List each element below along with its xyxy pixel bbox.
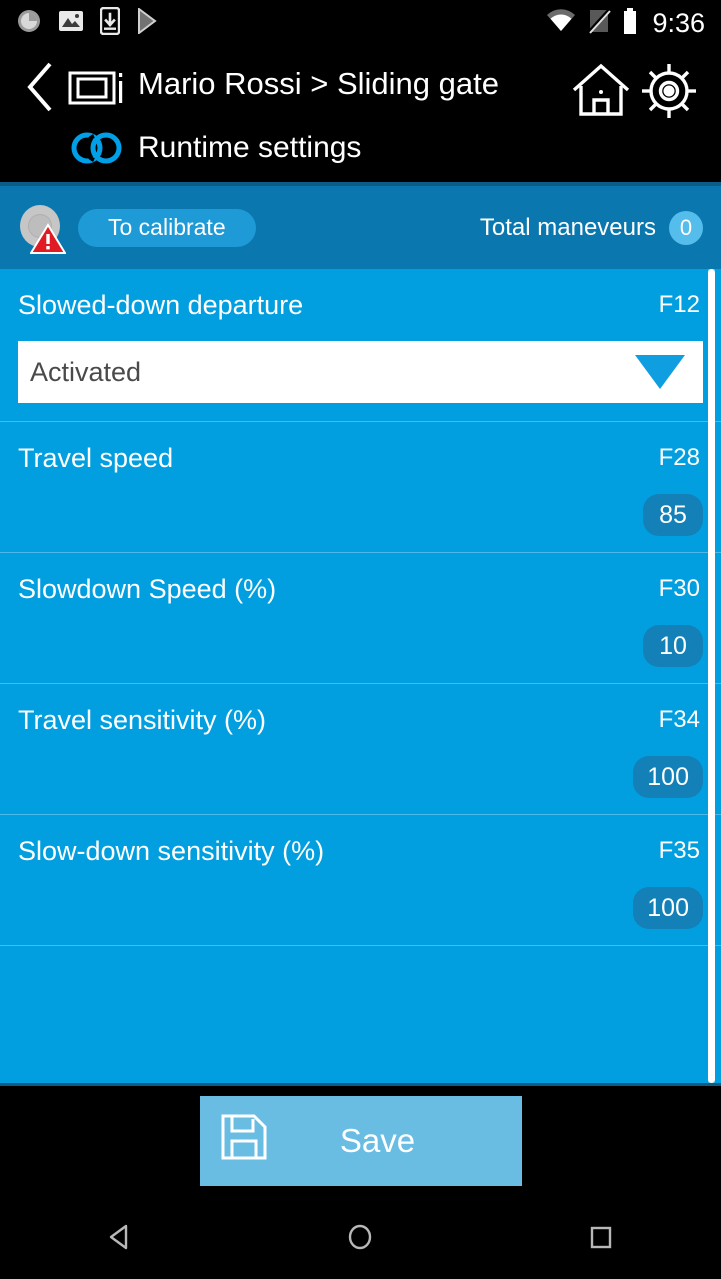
total-maneuvers-badge: 0 — [669, 210, 703, 245]
setting-row-f12[interactable]: Slowed-down departure F12 Activated — [0, 269, 721, 422]
setting-select-wrap: Activated — [18, 341, 703, 421]
device-info-icon — [68, 71, 123, 105]
status-bar-notification-icons — [16, 6, 160, 40]
connection-link-icon — [71, 132, 122, 164]
select-value: Activated — [30, 356, 142, 387]
no-sim-icon — [587, 8, 612, 39]
header-top-row: Mario Rossi > Sliding gate — [18, 56, 703, 126]
gear-icon — [642, 64, 696, 118]
android-status-bar: 9:36 — [0, 0, 721, 46]
setting-value-wrap: 100 — [18, 887, 703, 945]
page-title: Mario Rossi > Sliding gate — [138, 66, 499, 101]
photo-icon — [58, 9, 84, 38]
play-store-icon — [136, 6, 160, 39]
warning-triangle-icon — [29, 222, 67, 260]
settings-list[interactable]: Slowed-down departure F12 Activated Trav… — [0, 269, 721, 1083]
save-button[interactable]: Save — [199, 1095, 522, 1186]
back-button[interactable] — [18, 56, 62, 118]
android-recents-button[interactable] — [531, 1195, 671, 1279]
setting-value-wrap: 85 — [18, 494, 703, 552]
app-header: Mario Rossi > Sliding gate Runtime setti… — [0, 46, 721, 182]
settings-button[interactable] — [635, 56, 703, 126]
chevron-left-icon — [27, 62, 52, 112]
total-maneuvers-label: Total maneveurs — [479, 213, 656, 241]
slowed-down-departure-select[interactable]: Activated — [18, 341, 703, 403]
setting-code: F28 — [658, 444, 700, 471]
to-calibrate-button[interactable]: To calibrate — [78, 208, 256, 247]
chevron-down-icon[interactable] — [635, 355, 685, 389]
setting-code: F34 — [658, 706, 700, 733]
header-subtitle-row: Runtime settings — [18, 128, 703, 168]
setting-label: Travel speed — [18, 442, 174, 473]
status-bar-clock: 9:36 — [652, 7, 705, 38]
total-maneuvers: Total maneveurs 0 — [479, 210, 703, 245]
settings-list-container: Slowed-down departure F12 Activated Trav… — [0, 269, 721, 1083]
setting-label: Slowed-down departure — [18, 289, 304, 320]
page-subtitle: Runtime settings — [138, 131, 362, 164]
wifi-icon — [546, 8, 576, 38]
setting-value-badge[interactable]: 85 — [643, 494, 703, 536]
android-nav-bar — [0, 1195, 721, 1279]
setting-value-badge[interactable]: 10 — [643, 625, 703, 667]
calibration-status-band: To calibrate Total maneveurs 0 — [0, 186, 721, 269]
setting-row-header: Travel speed F28 — [18, 422, 703, 494]
home-button[interactable] — [567, 56, 635, 126]
status-bar-system-icons: 9:36 — [546, 7, 705, 39]
list-scrollbar-thumb[interactable] — [708, 269, 715, 1083]
setting-row-header: Slowed-down departure F12 — [18, 269, 703, 341]
sync-spinner-icon — [16, 8, 42, 39]
connection-link-button[interactable] — [62, 128, 132, 168]
setting-value-badge[interactable]: 100 — [633, 756, 703, 798]
setting-row-header: Slow-down sensitivity (%) F35 — [18, 815, 703, 887]
setting-row-f30[interactable]: Slowdown Speed (%) F30 10 — [0, 553, 721, 684]
android-back-button[interactable] — [50, 1195, 190, 1279]
home-icon — [572, 63, 630, 116]
setting-code: F12 — [658, 291, 700, 318]
app-download-icon — [99, 6, 121, 40]
setting-value-badge[interactable]: 100 — [633, 887, 703, 929]
app-root: 9:36 Mario Rossi > Sliding gate Runtime … — [0, 0, 721, 1279]
android-home-button[interactable] — [290, 1195, 430, 1279]
setting-value-wrap: 10 — [18, 625, 703, 683]
setting-row-header: Slowdown Speed (%) F30 — [18, 553, 703, 625]
floppy-disk-icon — [220, 1113, 268, 1169]
setting-code: F30 — [658, 575, 700, 602]
save-bar: Save — [0, 1083, 721, 1195]
setting-row-f34[interactable]: Travel sensitivity (%) F34 100 — [0, 684, 721, 815]
setting-value-wrap: 100 — [18, 756, 703, 814]
setting-row-f28[interactable]: Travel speed F28 85 — [0, 422, 721, 553]
setting-row-header: Travel sensitivity (%) F34 — [18, 684, 703, 756]
device-info-button[interactable] — [62, 56, 132, 118]
calibration-warning-icon — [18, 204, 67, 254]
setting-label: Slowdown Speed (%) — [18, 573, 277, 604]
setting-label: Travel sensitivity (%) — [18, 704, 267, 735]
setting-row-f35[interactable]: Slow-down sensitivity (%) F35 100 — [0, 815, 721, 946]
setting-code: F35 — [658, 837, 700, 864]
android-home-icon — [349, 1224, 372, 1250]
battery-icon — [622, 7, 638, 39]
setting-label: Slow-down sensitivity (%) — [18, 835, 325, 866]
android-back-icon — [109, 1224, 128, 1250]
to-calibrate-label: To calibrate — [108, 214, 226, 240]
android-recents-icon — [590, 1226, 612, 1249]
